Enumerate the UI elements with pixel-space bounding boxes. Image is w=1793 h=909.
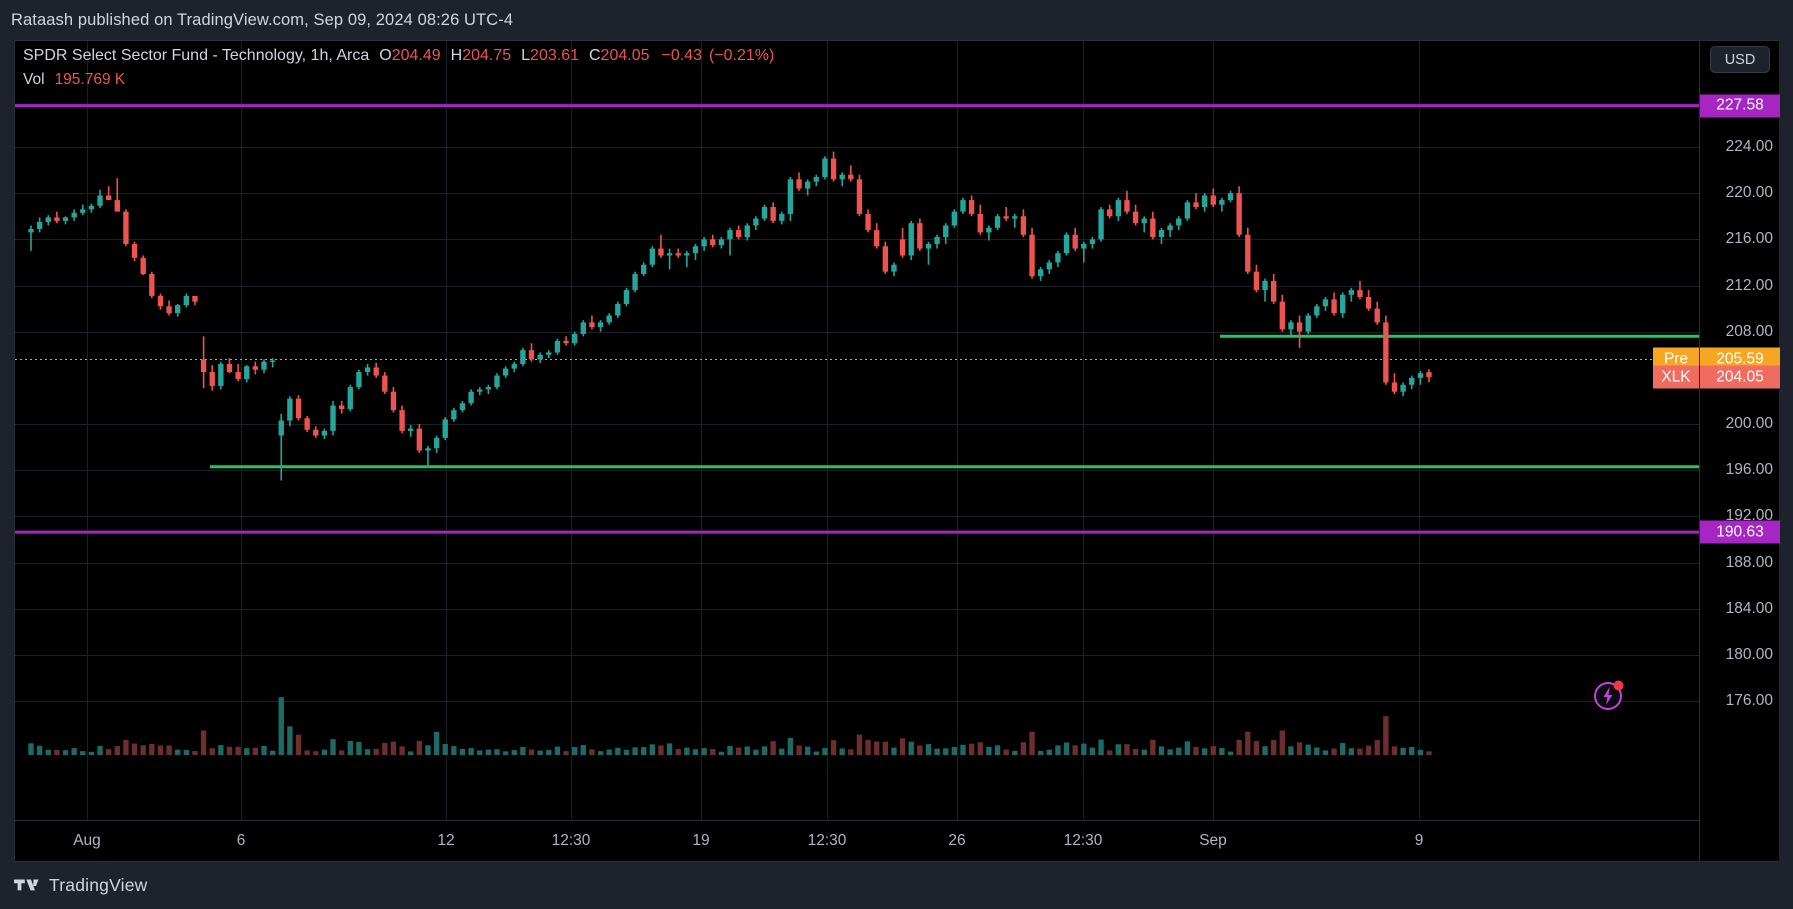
price-axis-tick: 208.00 — [1725, 322, 1773, 340]
price-axis-tag[interactable]: 227.58 — [1700, 94, 1780, 118]
price-axis-tick: 220.00 — [1725, 184, 1773, 202]
price-axis-tick: 216.00 — [1725, 230, 1773, 248]
lightning-bolt-icon[interactable] — [1593, 677, 1627, 711]
price-axis-tick: 176.00 — [1725, 692, 1773, 709]
price-axis-tick: 184.00 — [1725, 599, 1773, 617]
time-axis[interactable]: Aug 6 12 12:30 19 12:30 26 12:30 Sep 9 — [15, 820, 1699, 861]
time-axis-tick: 19 — [692, 832, 710, 849]
price-axis-tag[interactable]: 190.63 — [1700, 520, 1780, 544]
time-axis-tick: 12:30 — [551, 832, 591, 849]
time-axis-tick: 12 — [437, 832, 455, 849]
time-axis-tick: 6 — [236, 832, 246, 849]
chart-frame: Pre XLK Aug 6 12 12:30 19 12:30 26 12:30 Sep 9 USD… — [14, 40, 1780, 862]
time-axis-tick: 9 — [1414, 832, 1424, 849]
time-axis-tick: Sep — [1199, 832, 1227, 849]
price-axis-tick: 188.00 — [1725, 553, 1773, 571]
chart-plot-area[interactable]: Pre XLK — [15, 41, 1699, 820]
time-axis-tick: 12:30 — [807, 832, 847, 849]
footer: TradingView — [0, 862, 1793, 909]
price-line-label-xlk[interactable]: XLK — [1653, 365, 1699, 389]
publisher-text: Rataash published on TradingView.com, Se… — [11, 10, 514, 29]
tradingview-chart-screenshot: Rataash published on TradingView.com, Se… — [0, 0, 1793, 909]
tradingview-logo-icon — [14, 879, 39, 890]
price-axis-tick: 180.00 — [1725, 645, 1773, 663]
price-axis-tick: 212.00 — [1725, 276, 1773, 294]
time-axis-tick: 12:30 — [1063, 832, 1103, 849]
price-axis-tag[interactable]: 204.05 — [1700, 365, 1780, 389]
candlestick-series — [15, 104, 1699, 755]
currency-button[interactable]: USD — [1710, 46, 1770, 73]
price-axis-tick: 200.00 — [1725, 415, 1773, 432]
price-axis-tick: 224.00 — [1725, 138, 1773, 155]
tradingview-logo[interactable]: TradingView — [14, 875, 148, 896]
price-axis-tick: 196.00 — [1725, 461, 1773, 479]
time-axis-tick: Aug — [73, 832, 101, 849]
price-scale[interactable]: USD 224.00 220.00 216.00 212.00 208.00 200.00… — [1699, 41, 1780, 861]
time-axis-tick: 26 — [948, 832, 966, 849]
publisher-bar: Rataash published on TradingView.com, Se… — [0, 0, 1793, 40]
tradingview-brand-text: TradingView — [49, 875, 148, 895]
